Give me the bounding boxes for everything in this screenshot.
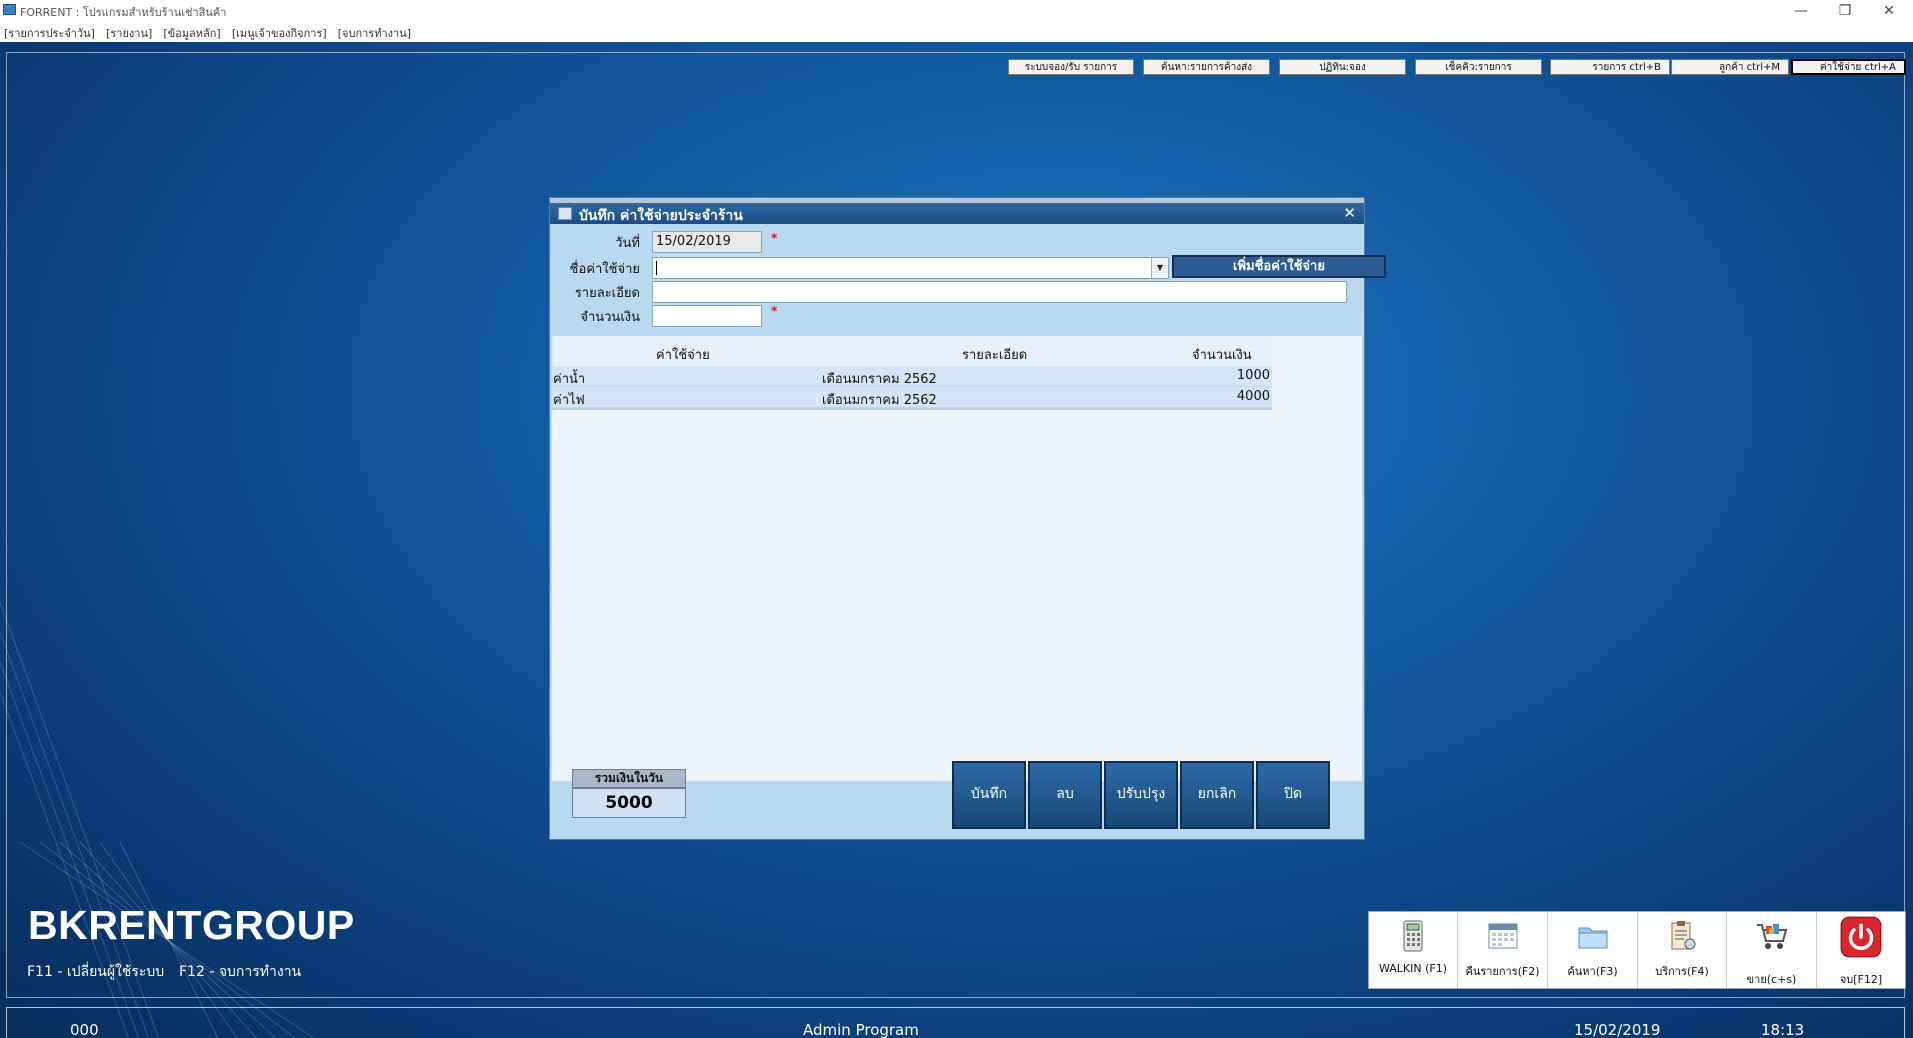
amount-label: จำนวนเงิน: [580, 310, 640, 325]
sell-button[interactable]: ขาย(c+s): [1727, 912, 1817, 988]
hint-f12: F12 - จบการทำงาน: [179, 964, 302, 980]
expense-dialog: บันทึก ค่าใช้จ่ายประจำร้าน ✕ วันที่ 15/0…: [549, 197, 1386, 840]
app-window: FORRENT : โปรแกรมสำหรับร้านเช่าสินค้า — …: [0, 0, 1913, 1038]
pending-search-button[interactable]: ค้นหา:รายการค้างส่ง: [1143, 59, 1270, 75]
required-mark-date: *: [771, 231, 778, 245]
menu-daily[interactable]: [รายการประจำวัน]: [4, 24, 95, 44]
calendar-icon: [1488, 923, 1517, 949]
service-label: บริการ(F4): [1655, 965, 1709, 978]
return-label: คืนรายการ(F2): [1465, 965, 1540, 978]
walkin-button[interactable]: WALKIN (F1): [1369, 912, 1458, 988]
cell-amount: 1000: [1236, 368, 1270, 383]
cell-detail: เดือนมกราคม 2562: [822, 372, 937, 387]
dialog-close-icon[interactable]: ✕: [1343, 204, 1356, 222]
app-icon: [3, 4, 16, 15]
required-mark-amount: *: [771, 304, 778, 318]
status-bar: 000 Admin Program 15/02/2019 18:13: [6, 1007, 1905, 1038]
walkin-label: WALKIN (F1): [1378, 962, 1448, 975]
window-title: FORRENT : โปรแกรมสำหรับร้านเช่าสินค้า: [20, 6, 227, 19]
chevron-down-icon[interactable]: ▼: [1151, 258, 1168, 278]
status-time: 18:13: [1761, 1021, 1805, 1038]
power-icon: [1840, 916, 1882, 958]
exit-button[interactable]: จบ[F12]: [1817, 912, 1905, 988]
table-row[interactable]: ค่าน้ำ เดือนมกราคม 2562 1000: [552, 366, 1272, 387]
daily-total-value: 5000: [572, 788, 686, 818]
search-button[interactable]: ค้นหา(F3): [1548, 912, 1638, 988]
close-window-button[interactable]: ✕: [1867, 1, 1911, 21]
date-label: วันที่: [615, 236, 640, 251]
status-code: 000: [70, 1021, 99, 1038]
expense-name-select[interactable]: ▼: [652, 257, 1169, 279]
calculator-icon: [1403, 920, 1423, 952]
restore-button[interactable]: ❐: [1823, 1, 1867, 21]
cell-expense: ค่าไฟ: [553, 393, 585, 408]
detail-label: รายละเอียด: [574, 286, 640, 301]
delete-button[interactable]: ลบ: [1028, 761, 1102, 829]
customer-shortcut-button[interactable]: ลูกค้า ctrl+M: [1671, 59, 1789, 75]
col-header-amount[interactable]: จำนวนเงิน: [1192, 344, 1252, 365]
amount-field[interactable]: [652, 305, 762, 327]
col-header-detail[interactable]: รายละเอียด: [962, 344, 1027, 365]
table-row[interactable]: ค่าไฟ เดือนมกราคม 2562 4000: [552, 387, 1272, 408]
folder-icon: [1578, 927, 1607, 949]
brand-logo-text: BKRENTGROUP: [28, 902, 355, 948]
booking-calendar-button[interactable]: ปฏิทิน:จอง: [1279, 59, 1406, 75]
cell-expense: ค่าน้ำ: [553, 372, 586, 387]
menu-report[interactable]: [รายงาน]: [106, 24, 152, 44]
text-cursor: [656, 260, 657, 275]
hint-f11: F11 - เปลี่ยนผู้ใช้ระบบ: [27, 964, 165, 980]
return-button[interactable]: คืนรายการ(F2): [1458, 912, 1548, 988]
dialog-app-icon: [558, 207, 572, 220]
expense-shortcut-button[interactable]: ค่าใช้จ่าย ctrl+A: [1791, 59, 1906, 75]
items-shortcut-button[interactable]: รายการ ctrl+B: [1550, 59, 1670, 75]
exit-label: จบ[F12]: [1839, 973, 1883, 986]
clipboard-icon: [1671, 921, 1696, 950]
sell-label: ขาย(c+s): [1746, 973, 1797, 986]
queue-check-button[interactable]: เช็คคิว:รายการ: [1415, 59, 1542, 75]
update-button[interactable]: ปรับปรุง: [1104, 761, 1178, 829]
save-button[interactable]: บันทึก: [952, 761, 1026, 829]
daily-total-label: รวมเงินในวัน: [572, 769, 686, 788]
dialog-title: บันทึก ค่าใช้จ่ายประจำร้าน: [579, 208, 743, 224]
status-date: 15/02/2019: [1574, 1021, 1661, 1038]
cancel-button[interactable]: ยกเลิก: [1180, 761, 1254, 829]
close-button[interactable]: ปิด: [1256, 761, 1330, 829]
add-expense-name-button[interactable]: เพิ่มชื่อค่าใช้จ่าย: [1172, 255, 1386, 278]
date-field[interactable]: 15/02/2019: [652, 231, 762, 253]
expense-grid[interactable]: ค่าใช้จ่าย รายละเอียด จำนวนเงิน ค่าน้ำ เ…: [552, 336, 1272, 410]
main-toolbar: WALKIN (F1) คืนรายการ(F2) ค้นหา(F3) บริก…: [1368, 911, 1906, 989]
service-button[interactable]: บริการ(F4): [1638, 912, 1727, 988]
dialog-title-bar: บันทึก ค่าใช้จ่ายประจำร้าน ✕: [550, 198, 1364, 224]
menu-bar: [รายการประจำวัน] [รายงาน] [ข้อมูลหลัก] […: [0, 22, 1913, 42]
grid-header: ค่าใช้จ่าย รายละเอียด จำนวนเงิน: [552, 336, 1272, 366]
search-label: ค้นหา(F3): [1567, 965, 1618, 978]
title-bar: FORRENT : โปรแกรมสำหรับร้านเช่าสินค้า — …: [0, 0, 1913, 22]
menu-master-data[interactable]: [ข้อมูลหลัก]: [163, 24, 220, 44]
status-user: Admin Program: [803, 1021, 919, 1038]
expense-grid-area: ค่าใช้จ่าย รายละเอียด จำนวนเงิน ค่าน้ำ เ…: [552, 336, 1362, 781]
cell-amount: 4000: [1236, 389, 1270, 404]
cell-detail: เดือนมกราคม 2562: [822, 393, 937, 408]
menu-owner[interactable]: [เมนูเจ้าของกิจการ]: [232, 24, 327, 44]
expense-name-label: ชื่อค่าใช้จ่าย: [569, 262, 640, 277]
detail-field[interactable]: [652, 281, 1347, 303]
menu-exit[interactable]: [จบการทำงาน]: [338, 24, 411, 44]
col-header-expense[interactable]: ค่าใช้จ่าย: [656, 344, 710, 365]
minimize-button[interactable]: —: [1779, 1, 1823, 21]
booking-button[interactable]: ระบบจอง/รับ รายการ: [1008, 59, 1134, 75]
cart-icon: [1756, 924, 1787, 949]
